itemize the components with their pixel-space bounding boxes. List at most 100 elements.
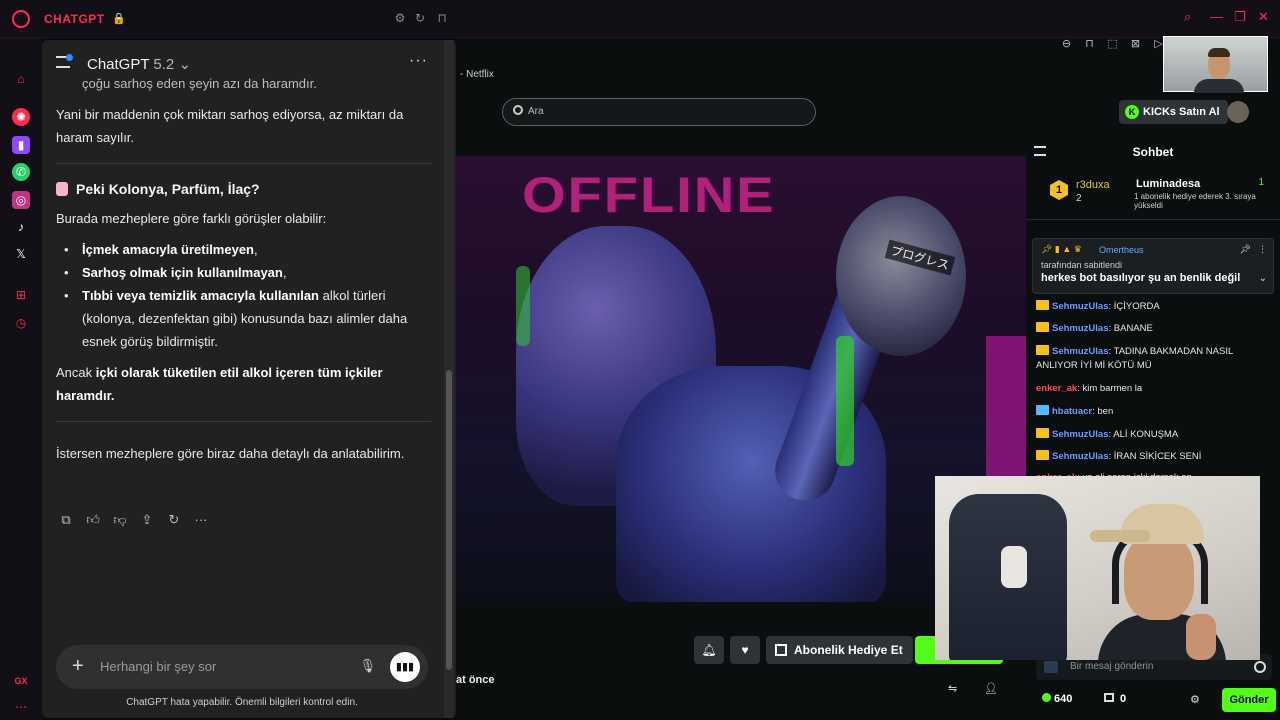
snapshot-icon[interactable]: ⬚ (1106, 38, 1119, 51)
extensions-icon[interactable]: ⊞ (12, 286, 30, 304)
pinned-more-icon[interactable]: ⋮ (1258, 244, 1267, 255)
gift-sub-label: Abonelik Hediye Et (794, 643, 903, 657)
glitch-stripe (836, 336, 854, 466)
chat-composer[interactable]: + Herhangi bir şey sor 🎙︎ ▮▮▮ (56, 645, 428, 689)
microphone-icon[interactable]: 🎙︎ (359, 658, 376, 674)
list-item-bold: İçmek amacıyla üretilmeyen (82, 242, 254, 257)
user-avatar[interactable] (1227, 101, 1249, 123)
gift-sub-button[interactable]: Abonelik Hediye Et (766, 636, 913, 664)
chat-username[interactable]: SehmuzUlas (1052, 301, 1109, 312)
maximize-icon[interactable]: ❐ (1234, 9, 1246, 25)
leader-name[interactable]: r3duxa (1076, 179, 1110, 191)
home-icon[interactable]: ⌂ (12, 70, 30, 88)
conclusion-pre: Ancak (56, 365, 96, 380)
chatgpt-panel: ChatGPT 5.2 ⌄ ··· çoğu sarhoş eden şeyin… (42, 40, 456, 718)
chat-username[interactable]: SehmuzUlas (1052, 323, 1109, 334)
emote-picker-icon[interactable] (1044, 661, 1058, 673)
more-options-icon[interactable]: ··· (409, 52, 428, 70)
chat-username[interactable]: SehmuzUlas (1052, 451, 1109, 462)
chat-message: SehmuzUlas: İÇİYORDA (1036, 300, 1276, 322)
kicks-balance[interactable]: 0 (1104, 693, 1126, 705)
pinned-text: herkes bot basılıyor şu an benlik değil (1041, 272, 1241, 284)
search-tabs-icon[interactable]: ⌕ (1184, 9, 1191, 25)
sub-badge-icon (1036, 449, 1049, 460)
buy-kicks-button[interactable]: K KICKs Satın Al (1119, 100, 1228, 124)
pinned-by: tarafından sabitlendi (1041, 260, 1123, 270)
chat-footer: 640 0 ⚙ Gönder (1036, 688, 1276, 714)
close-icon[interactable]: ✕ (1258, 9, 1269, 25)
pin-page-icon[interactable]: ⊓ (1083, 38, 1096, 51)
paragraph: Ancak içki olarak tüketilen etil alkol i… (56, 361, 431, 407)
rank-badge-icon: 1 (1050, 180, 1068, 200)
settings-icon[interactable]: ⚙ (392, 10, 408, 26)
gx-corner-label[interactable]: GX (12, 672, 30, 690)
list-item: Tıbbi veya temizlik amacıyla kullanılan … (56, 284, 431, 353)
pinned-user[interactable]: Omertheus (1099, 245, 1144, 255)
points-value: 640 (1054, 693, 1073, 705)
gift-icon (775, 644, 787, 656)
send-button[interactable]: Gönder (1222, 688, 1276, 712)
zoom-icon[interactable]: ⊖ (1060, 38, 1073, 51)
webcam-person-hair (1208, 48, 1230, 57)
pin-icon[interactable]: ⊓ (434, 10, 450, 26)
gifter-note: 1 abonelik hediye ederek 3. sıraya yükse… (1134, 192, 1256, 210)
add-attachment-icon[interactable]: + (72, 655, 84, 678)
copy-icon[interactable]: ⧉ (58, 512, 74, 528)
message-actions: ⧉ 👍︎ 👎︎ ⇪ ↻ ··· (58, 512, 209, 528)
chat-message: SehmuzUlas: ALİ KONUŞMA (1036, 427, 1276, 450)
share-icon[interactable]: ⇪ (139, 512, 155, 528)
more-icon[interactable]: ⋯ (12, 698, 30, 716)
expand-chevron-icon[interactable]: ⌄ (1259, 273, 1267, 284)
scrollbar-thumb[interactable] (446, 370, 452, 670)
chat-username[interactable]: hbatuacr (1052, 406, 1092, 417)
chat-settings-icon[interactable]: ⚙ (1190, 693, 1200, 706)
offline-banner: OFFLINE (522, 166, 776, 223)
webcam-main (935, 476, 1260, 660)
thumbs-down-icon[interactable]: 👎︎ (112, 512, 128, 528)
emoji-icon[interactable] (1254, 661, 1266, 673)
streamer (1090, 504, 1226, 660)
chat-username[interactable]: SehmuzUlas (1052, 429, 1109, 440)
glitch-stripe (516, 266, 530, 346)
panel-scrollbar[interactable] (444, 40, 454, 718)
conclusion-bold: içki olarak tüketilen etil alkol içeren … (56, 365, 383, 403)
heading-text: Peki Kolonya, Parfüm, İlaç? (76, 181, 260, 197)
buy-kicks-label: KICKs Satın Al (1143, 106, 1220, 118)
opera-gx-logo-icon[interactable] (12, 10, 30, 28)
follow-heart-button[interactable]: ♥ (730, 636, 760, 664)
disclaimer-text: ChatGPT hata yapabilir. Önemli bilgileri… (126, 697, 358, 708)
gifter-name[interactable]: Luminadesa (1136, 178, 1200, 190)
instagram-icon[interactable]: ◎ (12, 191, 30, 209)
more-actions-icon[interactable]: ··· (193, 512, 209, 528)
channel-points[interactable]: 640 (1042, 693, 1072, 705)
x-icon[interactable]: 𝕏 (12, 245, 30, 263)
whatsapp-icon[interactable]: ✆ (12, 163, 30, 181)
composer-input[interactable]: Herhangi bir şey sor (100, 659, 216, 674)
webcam-small (1163, 36, 1268, 93)
chat-text: : kim barmen la (1077, 382, 1143, 394)
user-icon[interactable]: 👤︎ (984, 682, 998, 695)
list-item-bold: Sarhoş olmak için kullanılmayan (82, 265, 283, 280)
notifications-bell-button[interactable]: 🔔︎ (694, 636, 724, 664)
section-heading: Peki Kolonya, Parfüm, İlaç? (56, 178, 431, 201)
share-icon[interactable]: ⇋ (948, 682, 957, 695)
voice-mode-icon[interactable]: ▮▮▮ (390, 652, 420, 682)
close-popup-icon[interactable]: ⊠ (1129, 38, 1142, 51)
thumbs-up-icon[interactable]: 👍︎ (85, 512, 101, 528)
search-input[interactable]: Ara (502, 98, 816, 126)
reload-icon[interactable]: ↻ (412, 10, 428, 26)
regenerate-icon[interactable]: ↻ (166, 512, 182, 528)
paragraph: İstersen mezheplere göre biraz daha deta… (56, 446, 405, 461)
history-icon[interactable]: ◷ (12, 314, 30, 332)
pinned-message[interactable]: 📌︎ ▮ ▲ ♛ Omertheus tarafından sabitlendi… (1032, 238, 1274, 294)
perfume-bottle-icon (56, 182, 68, 196)
chat-username[interactable]: SehmuzUlas (1052, 346, 1109, 357)
sub-badge-icon (1036, 344, 1049, 355)
pin-lock-icon[interactable]: 🔒 (112, 12, 126, 25)
minimize-icon[interactable]: — (1210, 9, 1223, 24)
chatgpt-icon[interactable]: ✺ (12, 108, 30, 126)
unpin-icon[interactable]: 📌︎ (1240, 244, 1251, 255)
chat-username[interactable]: enker_ak (1036, 383, 1077, 394)
twitch-icon[interactable]: ▮ (12, 136, 30, 154)
tiktok-icon[interactable]: ♪ (12, 218, 30, 236)
